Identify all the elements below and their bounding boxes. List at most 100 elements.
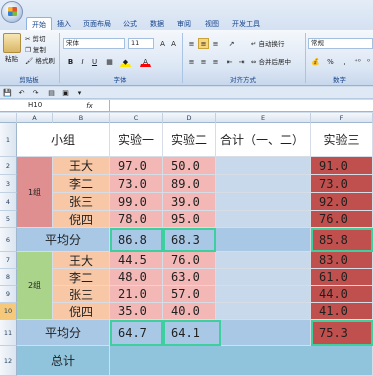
g1-avg-total-cell[interactable] [216, 228, 311, 252]
row-header-9[interactable]: 9 [0, 286, 17, 303]
qat-print-icon[interactable]: ▤ [46, 87, 57, 98]
g2-exp3-cell[interactable]: 44.0 [311, 286, 373, 303]
align-left-icon[interactable]: ≡ [186, 56, 197, 67]
g2-name-cell[interactable]: 张三 [53, 286, 110, 303]
g1-total-cell[interactable] [216, 157, 311, 175]
header-exp3-cell[interactable]: 实验三 [311, 123, 373, 157]
row-header-7[interactable]: 7 [0, 252, 17, 269]
align-top-icon[interactable]: ≡ [186, 38, 197, 49]
increase-decimal-icon[interactable]: ⁺⁰ [352, 56, 363, 67]
font-name-combo[interactable]: 宋体 [63, 38, 125, 49]
fx-icon[interactable]: fx [84, 100, 95, 111]
g1-exp2-cell[interactable]: 89.0 [163, 175, 216, 193]
tab-view[interactable]: 视图 [200, 17, 224, 31]
g2-exp3-cell[interactable]: 61.0 [311, 269, 373, 286]
save-icon[interactable]: 💾 [2, 87, 13, 98]
column-header-f[interactable]: F [311, 113, 373, 123]
italic-icon[interactable]: I [77, 56, 88, 67]
fill-color-icon[interactable]: ◆ [120, 56, 131, 67]
merge-center-button[interactable]: ⇔ 合并后居中 [251, 57, 291, 67]
font-size-combo[interactable]: 11 [128, 38, 154, 49]
increase-indent-icon[interactable]: ⇥ [236, 56, 247, 67]
undo-icon[interactable]: ↶ [16, 87, 27, 98]
g2-exp1-cell[interactable]: 44.5 [110, 252, 163, 269]
g2-exp3-cell[interactable]: 83.0 [311, 252, 373, 269]
g1-avg-exp2-cell[interactable]: 68.3 [163, 228, 216, 252]
g1-exp3-cell[interactable]: 91.0 [311, 157, 373, 175]
row-header-1[interactable]: 1 [0, 123, 17, 157]
format-painter-button[interactable]: 🖌 格式刷 [25, 56, 55, 66]
column-header-a[interactable]: A [17, 113, 53, 123]
row-header-12[interactable]: 12 [0, 346, 17, 376]
g2-exp2-cell[interactable]: 40.0 [163, 303, 216, 320]
align-middle-icon[interactable]: ≡ [198, 38, 209, 49]
g1-avg-exp1-cell[interactable]: 86.8 [110, 228, 163, 252]
grow-font-icon[interactable]: A [157, 38, 168, 49]
qat-preview-icon[interactable]: ▣ [60, 87, 71, 98]
g2-avg-total-cell[interactable] [221, 320, 311, 346]
header-exp2-cell[interactable]: 实验二 [163, 123, 216, 157]
tab-page-layout[interactable]: 页面布局 [78, 17, 116, 31]
g1-exp2-cell[interactable]: 39.0 [163, 193, 216, 211]
column-header-b[interactable]: B [53, 113, 110, 123]
g2-exp3-cell[interactable]: 41.0 [311, 303, 373, 320]
g2-avg-exp1-cell[interactable]: 64.7 [110, 320, 163, 346]
row-header-4[interactable]: 4 [0, 193, 17, 211]
column-header-e[interactable]: E [216, 113, 311, 123]
g1-exp1-cell[interactable]: 99.0 [110, 193, 163, 211]
g1-exp3-cell[interactable]: 76.0 [311, 211, 373, 228]
g2-name-cell[interactable]: 王大 [53, 252, 110, 269]
copy-button[interactable]: ❐ 复制 [25, 45, 46, 55]
align-right-icon[interactable]: ≡ [210, 56, 221, 67]
g2-exp2-cell[interactable]: 63.0 [163, 269, 216, 286]
g2-exp1-cell[interactable]: 35.0 [110, 303, 163, 320]
shrink-font-icon[interactable]: A [168, 38, 179, 49]
group2-label-cell[interactable]: 2组 [17, 252, 53, 320]
g2-avg-exp3-cell[interactable]: 75.3 [311, 320, 373, 346]
group1-label-cell[interactable]: 1组 [17, 157, 53, 228]
row-header-5[interactable]: 5 [0, 211, 17, 228]
percent-button[interactable]: % [325, 56, 336, 67]
orientation-icon[interactable]: ↗ [226, 38, 237, 49]
g2-exp2-cell[interactable]: 76.0 [163, 252, 216, 269]
g2-total-cell[interactable] [216, 252, 311, 269]
number-format-combo[interactable]: 常规 [308, 38, 373, 49]
g1-exp3-cell[interactable]: 92.0 [311, 193, 373, 211]
g1-name-cell[interactable]: 张三 [53, 193, 110, 211]
tab-insert[interactable]: 插入 [52, 17, 76, 31]
g2-avg-exp2-cell[interactable]: 64.1 [163, 320, 221, 346]
g1-exp1-cell[interactable]: 73.0 [110, 175, 163, 193]
row-header-11[interactable]: 11 [0, 320, 17, 346]
column-header-d[interactable]: D [163, 113, 216, 123]
g2-total-cell[interactable] [216, 303, 311, 320]
g1-total-cell[interactable] [216, 211, 311, 228]
underline-icon[interactable]: U [89, 56, 100, 67]
border-icon[interactable]: ▦ [104, 56, 115, 67]
g2-total-cell[interactable] [216, 269, 311, 286]
g2-total-cell[interactable] [216, 286, 311, 303]
decrease-indent-icon[interactable]: ⇤ [224, 56, 235, 67]
row-header-10[interactable]: 10 [0, 303, 17, 320]
row-header-3[interactable]: 3 [0, 175, 17, 193]
tab-formulas[interactable]: 公式 [118, 17, 142, 31]
grand-total-row-cells[interactable] [110, 346, 373, 376]
column-header-c[interactable]: C [110, 113, 163, 123]
g2-exp2-cell[interactable]: 57.0 [163, 286, 216, 303]
g1-exp1-cell[interactable]: 97.0 [110, 157, 163, 175]
header-group-cell[interactable]: 小组 [17, 123, 110, 157]
font-color-icon[interactable]: A [140, 56, 151, 67]
tab-developer[interactable]: 开发工具 [227, 17, 265, 31]
office-button[interactable] [1, 1, 23, 23]
bold-icon[interactable]: B [65, 56, 76, 67]
paste-button[interactable]: 粘贴 [5, 54, 18, 64]
row-header-6[interactable]: 6 [0, 228, 17, 252]
tab-data[interactable]: 数据 [145, 17, 169, 31]
g1-average-label-cell[interactable]: 平均分 [17, 228, 110, 252]
formula-input[interactable] [112, 100, 373, 112]
header-total-cell[interactable]: 合计（一、二） [216, 123, 311, 157]
g2-name-cell[interactable]: 李二 [53, 269, 110, 286]
tab-home[interactable]: 开始 [26, 17, 52, 31]
align-bottom-icon[interactable]: ≡ [210, 38, 221, 49]
header-exp1-cell[interactable]: 实验一 [110, 123, 163, 157]
align-center-icon[interactable]: ≡ [198, 56, 209, 67]
